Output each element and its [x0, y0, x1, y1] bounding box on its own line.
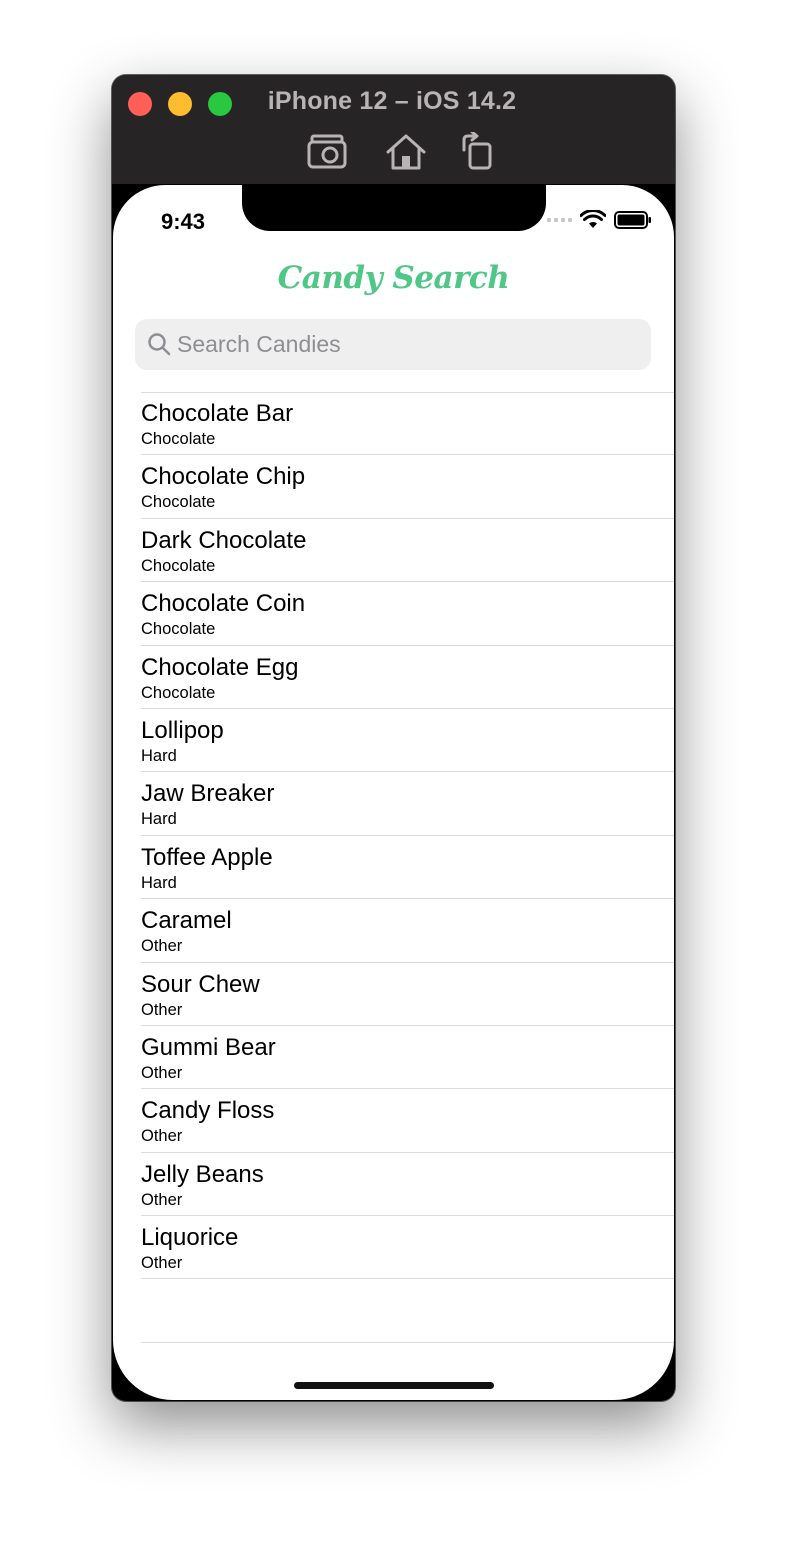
candy-category: Hard — [141, 746, 177, 765]
cellular-signal-icon — [547, 218, 572, 222]
candy-category: Other — [141, 1254, 183, 1273]
rotate-icon — [462, 130, 492, 170]
candy-category: Other — [141, 1063, 183, 1082]
candy-category: Chocolate — [141, 683, 216, 702]
minimize-window-button[interactable] — [168, 92, 192, 116]
status-time: 9:43 — [161, 209, 206, 234]
device-notch — [242, 185, 546, 231]
simulator-titlebar: iPhone 12 – iOS 14.2 — [112, 75, 675, 184]
candy-row[interactable]: Chocolate Coin Chocolate — [141, 582, 674, 646]
candy-row[interactable]: Gummi Bear Other — [141, 1026, 674, 1090]
screenshot-icon — [307, 134, 347, 169]
candy-row[interactable]: Chocolate Chip Chocolate — [141, 455, 674, 519]
candy-row[interactable]: Caramel Other — [141, 899, 674, 963]
candy-name: Jelly Beans — [141, 1160, 264, 1188]
candy-category: Other — [141, 1000, 183, 1019]
candy-category: Chocolate — [141, 430, 216, 448]
candy-row[interactable]: Jelly Beans Other — [141, 1153, 674, 1217]
candy-name: Lollipop — [141, 716, 224, 744]
empty-row-separator — [141, 1342, 674, 1344]
candy-name: Liquorice — [141, 1224, 239, 1252]
candy-category: Other — [141, 1127, 183, 1146]
maximize-window-button[interactable] — [208, 92, 232, 116]
candy-category: Hard — [141, 810, 177, 829]
candy-row[interactable]: Chocolate Egg Chocolate — [141, 646, 674, 709]
battery-icon — [614, 211, 651, 229]
home-button[interactable] — [384, 132, 428, 172]
candy-row[interactable]: Toffee Apple Hard — [141, 836, 674, 900]
candy-name: Chocolate Chip — [141, 463, 306, 491]
home-icon — [386, 134, 426, 170]
candy-name: Candy Floss — [141, 1097, 275, 1125]
search-input[interactable] — [177, 319, 637, 370]
wifi-icon — [580, 210, 606, 228]
candy-category: Other — [141, 937, 183, 956]
simulator-window: iPhone 12 – iOS 14.2 9:43 Candy Search S… — [112, 75, 675, 1401]
search-bar[interactable] — [135, 319, 651, 370]
candy-row[interactable]: Sour Chew Other — [141, 963, 674, 1026]
candy-name: Chocolate Bar — [141, 400, 294, 427]
screenshot-button[interactable] — [306, 132, 350, 172]
candy-category: Chocolate — [141, 493, 216, 512]
close-window-button[interactable] — [128, 92, 152, 116]
candy-name: Toffee Apple — [141, 843, 273, 871]
candy-row[interactable]: Liquorice Other — [141, 1216, 674, 1280]
candy-list: Chocolate Bar Chocolate Chocolate Chip Choc… — [113, 392, 674, 1344]
status-indicators — [547, 209, 652, 231]
candy-name: Chocolate Coin — [141, 590, 306, 618]
candy-name: Caramel — [141, 907, 232, 935]
candy-row[interactable]: Candy Floss Other — [141, 1089, 674, 1153]
candy-row[interactable]: Chocolate Bar Chocolate — [141, 392, 674, 456]
nav-title: Candy Search — [277, 260, 510, 296]
candy-row[interactable]: Jaw Breaker Hard — [141, 772, 674, 836]
home-indicator[interactable] — [294, 1382, 494, 1389]
candy-category: Chocolate — [141, 620, 216, 639]
candy-category: Other — [141, 1190, 183, 1209]
rotate-button[interactable] — [456, 130, 500, 172]
candy-category: Hard — [141, 873, 177, 892]
candy-row[interactable]: Lollipop Hard — [141, 709, 674, 773]
window-title: iPhone 12 – iOS 14.2 — [267, 87, 517, 115]
candy-name: Dark Chocolate — [141, 526, 307, 554]
search-icon — [148, 333, 171, 356]
device-screen: 9:43 Candy Search Search Candies Chocola… — [113, 185, 674, 1400]
candy-name: Chocolate Egg — [141, 653, 299, 681]
candy-row[interactable]: Dark Chocolate Chocolate — [141, 519, 674, 583]
candy-name: Jaw Breaker — [141, 780, 275, 808]
candy-category: Chocolate — [141, 556, 216, 575]
candy-name: Gummi Bear — [141, 1033, 276, 1061]
candy-name: Sour Chew — [141, 970, 260, 998]
